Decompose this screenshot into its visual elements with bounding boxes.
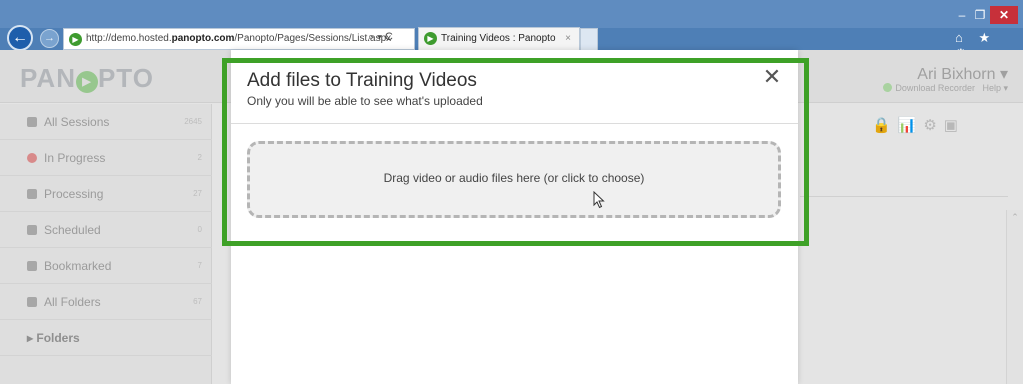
logo-text-left: PAN xyxy=(20,63,76,93)
address-search-refresh-icons[interactable]: ⌕ ▾ C xyxy=(368,31,393,44)
sessions-icon xyxy=(27,117,37,127)
sidebar-item-count: 0 xyxy=(197,225,202,234)
user-links: Download Recorder Help ▾ xyxy=(883,83,1008,94)
content-toolbar-icons[interactable]: 🔒📊⚙▣ xyxy=(872,116,965,134)
scrollbar[interactable]: ⌃ xyxy=(1006,210,1023,384)
sidebar-item-label: Bookmarked xyxy=(44,259,112,273)
sidebar-item-label: In Progress xyxy=(44,151,106,165)
sidebar-item-in-progress[interactable]: In Progress 2 xyxy=(0,140,212,176)
title-bar xyxy=(0,0,1023,28)
sidebar-item-bookmarked[interactable]: Bookmarked 7 xyxy=(0,248,212,284)
sidebar-item-all-sessions[interactable]: All Sessions 2645 xyxy=(0,104,212,140)
forward-button[interactable]: → xyxy=(40,29,59,48)
content-divider xyxy=(800,196,1008,197)
sidebar-item-label: Scheduled xyxy=(44,223,101,237)
tab-close-icon[interactable]: × xyxy=(565,28,571,50)
highlight-frame xyxy=(222,58,809,246)
back-button[interactable]: ← xyxy=(7,25,33,51)
logo-play-icon: ▶ xyxy=(75,71,98,93)
logo-text-right: PTO xyxy=(97,63,154,93)
address-bar[interactable]: ▶ http://demo.hosted.panopto.com/Panopto… xyxy=(63,28,415,50)
sidebar-item-count: 67 xyxy=(193,297,202,306)
maximize-button[interactable]: ❐ xyxy=(972,6,988,24)
sidebar-item-all-folders[interactable]: All Folders 67 xyxy=(0,284,212,320)
url-domain: panopto.com xyxy=(171,33,235,44)
recording-dot-icon xyxy=(27,153,37,163)
panopto-logo: PAN ▶ PTO xyxy=(20,63,154,94)
browser-chrome: ← → ▶ http://demo.hosted.panopto.com/Pan… xyxy=(0,0,1023,61)
sidebar-item-label: ▸ Folders xyxy=(27,331,80,345)
tab-title: Training Videos : Panopto xyxy=(441,33,556,44)
sidebar: All Sessions 2645 In Progress 2 Processi… xyxy=(0,104,212,384)
folders-icon xyxy=(27,297,37,307)
sidebar-item-count: 27 xyxy=(193,189,202,198)
sidebar-item-processing[interactable]: Processing 27 xyxy=(0,176,212,212)
sidebar-item-folders[interactable]: ▸ Folders xyxy=(0,320,212,356)
processing-icon xyxy=(27,189,37,199)
minimize-button[interactable]: – xyxy=(954,6,970,24)
sidebar-item-count: 2 xyxy=(197,153,202,162)
user-menu[interactable]: Ari Bixhorn ▾ xyxy=(917,64,1008,84)
panopto-favicon-icon: ▶ xyxy=(69,33,82,46)
url-prefix: http://demo.hosted. xyxy=(86,33,172,44)
tab-favicon-icon: ▶ xyxy=(424,32,437,45)
window-close-button[interactable]: ✕ xyxy=(990,6,1018,24)
scroll-up-icon[interactable]: ⌃ xyxy=(1007,212,1023,223)
sidebar-item-count: 7 xyxy=(197,261,202,270)
new-tab-button[interactable] xyxy=(580,28,598,50)
sidebar-item-label: All Folders xyxy=(44,295,101,309)
sidebar-item-label: Processing xyxy=(44,187,104,201)
browser-tab[interactable]: ▶ Training Videos : Panopto × xyxy=(418,27,580,50)
sidebar-item-scheduled[interactable]: Scheduled 0 xyxy=(0,212,212,248)
download-recorder-icon xyxy=(883,83,893,92)
sidebar-item-count: 2645 xyxy=(184,117,202,126)
help-link[interactable]: Help ▾ xyxy=(982,83,1008,93)
bookmark-icon xyxy=(27,261,37,271)
download-recorder-link[interactable]: Download Recorder xyxy=(895,83,975,93)
clock-icon xyxy=(27,225,37,235)
sidebar-item-label: All Sessions xyxy=(44,115,110,129)
